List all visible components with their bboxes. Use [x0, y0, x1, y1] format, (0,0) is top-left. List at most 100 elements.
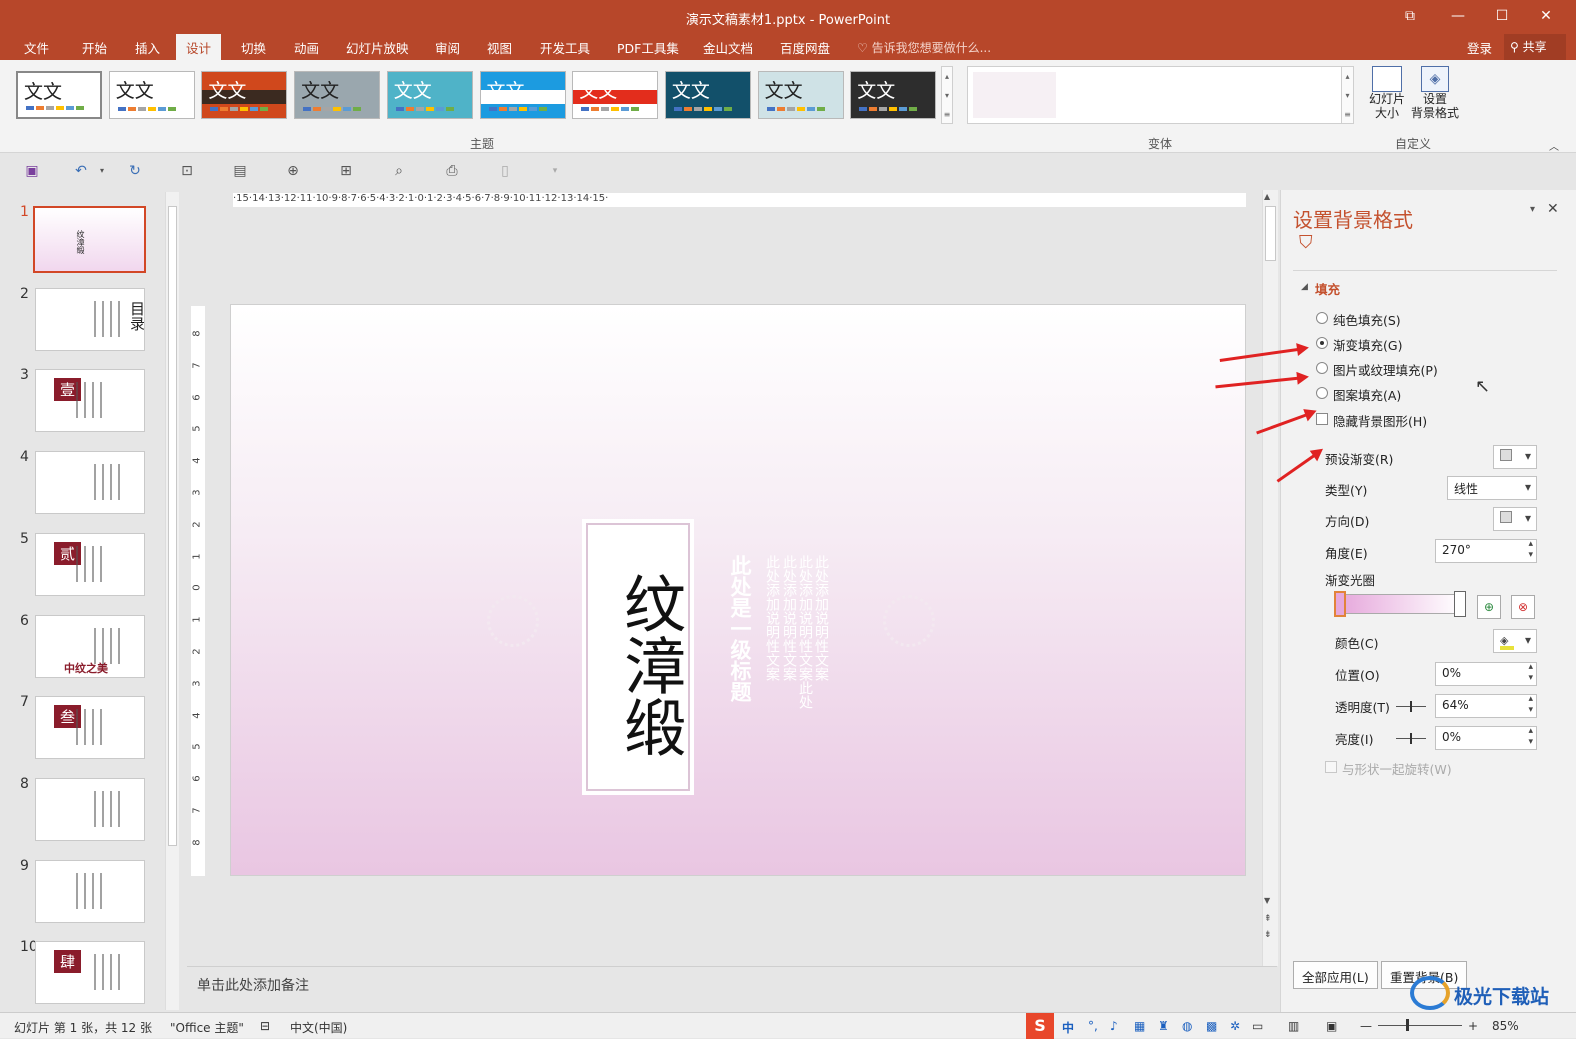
tab-baidu-pan[interactable]: 百度网盘	[780, 38, 830, 57]
thumbnail-scrollbar[interactable]	[165, 192, 179, 1010]
close-button[interactable]: ✕	[1534, 6, 1558, 26]
theme-2[interactable]: 文文	[108, 71, 195, 119]
tab-kingsoft-docs[interactable]: 金山文档	[703, 38, 753, 57]
skin-icon[interactable]: ♜	[1158, 1019, 1169, 1033]
zoom-slider[interactable]	[1378, 1025, 1462, 1026]
print-preview-icon[interactable]: ⌕	[390, 162, 408, 180]
transparency-slider-thumb[interactable]	[1410, 701, 1412, 712]
tab-insert[interactable]: 插入	[135, 38, 160, 57]
ime-mode-indicator[interactable]: 中	[1062, 1019, 1074, 1036]
previous-slide-icon[interactable]: ⇞	[1264, 914, 1272, 924]
slide-thumbnail-10[interactable]: 肆	[35, 941, 145, 1005]
ime-logo-icon[interactable]: S	[1026, 1013, 1054, 1039]
language-indicator[interactable]: 中文(中国)	[290, 1019, 347, 1036]
body-text-1[interactable]: 此处添加说明性文案	[764, 555, 780, 681]
zoom-level[interactable]: 85%	[1492, 1019, 1519, 1033]
solid-fill-radio[interactable]	[1316, 312, 1328, 324]
apply-to-all-button[interactable]: 全部应用(L)	[1293, 961, 1378, 989]
theme-7[interactable]: 文文	[572, 71, 659, 119]
next-slide-icon[interactable]: ⇟	[1264, 930, 1272, 940]
body-text-4[interactable]: 此处添加说明性文案	[813, 555, 829, 681]
remove-stop-icon[interactable]: ⊗	[1511, 595, 1535, 619]
tab-home[interactable]: 开始	[82, 38, 107, 57]
direction-dropdown[interactable]	[1493, 507, 1537, 531]
layout-icon[interactable]: ▤	[231, 162, 249, 180]
slide-thumbnail-2[interactable]: 目录	[35, 287, 145, 351]
tab-slideshow[interactable]: 幻灯片放映	[346, 38, 409, 57]
pane-close-icon[interactable]: ✕	[1547, 201, 1559, 217]
theme-10[interactable]: 文文	[850, 71, 937, 119]
pane-options-icon[interactable]: ▾	[1530, 204, 1535, 215]
fill-section-label[interactable]: 填充	[1315, 279, 1340, 298]
theme-6[interactable]: 文文	[479, 71, 566, 119]
normal-view-icon[interactable]: ▭	[1252, 1019, 1263, 1033]
tab-view[interactable]: 视图	[487, 38, 512, 57]
angle-input[interactable]: 270°	[1435, 539, 1537, 563]
gamepad-icon[interactable]: ◍	[1182, 1019, 1192, 1033]
brightness-slider[interactable]	[1396, 733, 1426, 744]
variant-gallery[interactable]	[967, 66, 1354, 124]
microphone-icon[interactable]: ♪	[1110, 1019, 1118, 1033]
picture-fill-radio[interactable]	[1316, 362, 1328, 374]
slide-title[interactable]: 纹漳缎	[588, 545, 688, 785]
toolbox-icon[interactable]: ▩	[1206, 1019, 1217, 1033]
gradient-fill-radio[interactable]	[1316, 337, 1328, 349]
tell-me-search[interactable]: ♡ 告诉我您想要做什么...	[857, 39, 991, 56]
pattern-fill-radio[interactable]	[1316, 387, 1328, 399]
preset-gradient-dropdown[interactable]	[1493, 445, 1537, 469]
brightness-input[interactable]: 0%	[1435, 726, 1537, 750]
hide-background-label[interactable]: 隐藏背景图形(H)	[1333, 411, 1427, 430]
tab-review[interactable]: 审阅	[435, 38, 460, 57]
slide-thumbnail-6[interactable]: 中纹之美	[35, 614, 145, 678]
body-text-3[interactable]: 此处添加说明性文案此处	[797, 555, 813, 709]
theme-3[interactable]: 文文	[201, 71, 288, 119]
ime-punctuation-icon[interactable]: °,	[1088, 1019, 1098, 1033]
collapse-ribbon-icon[interactable]: ︿	[1549, 138, 1559, 153]
gradient-stop-2[interactable]	[1454, 591, 1466, 617]
variant-thumbnail[interactable]	[973, 72, 1056, 118]
tab-design[interactable]: 设计	[176, 34, 222, 60]
slide-scrollbar[interactable]: ▲ ▼ ⇞ ⇟	[1262, 190, 1278, 966]
slide-thumbnail-1[interactable]: 纹漳缎	[33, 206, 146, 273]
picture-fill-label[interactable]: 图片或纹理填充(P)	[1333, 360, 1438, 379]
type-dropdown[interactable]: 线性	[1447, 476, 1537, 500]
gradient-fill-label[interactable]: 渐变填充(G)	[1333, 335, 1402, 354]
quick-print-icon[interactable]: ⎙	[443, 162, 461, 180]
new-slide-icon[interactable]: ⊡	[178, 162, 196, 180]
undo-icon[interactable]: ↶	[72, 162, 90, 180]
theme-8[interactable]: 文文	[664, 71, 751, 119]
slideshow-from-start-icon[interactable]: ⊕	[284, 162, 302, 180]
scroll-down-icon[interactable]: ▼	[1264, 896, 1270, 905]
slideshow-view-icon[interactable]: ▣	[1326, 1019, 1337, 1033]
gradient-stops-bar[interactable]	[1334, 591, 1466, 617]
reading-view-icon[interactable]: ▥	[1288, 1019, 1299, 1033]
thumbnail-scroll-thumb[interactable]	[168, 206, 177, 846]
scroll-up-icon[interactable]: ▲	[1264, 192, 1270, 201]
body-text-2[interactable]: 此处添加说明性文案	[781, 555, 797, 681]
login-link[interactable]: 登录	[1467, 38, 1492, 57]
export-pdf-icon[interactable]: ▯	[496, 162, 514, 180]
maximize-button[interactable]: ☐	[1490, 6, 1514, 26]
tab-developer[interactable]: 开发工具	[540, 38, 590, 57]
add-stop-icon[interactable]: ⊕	[1477, 595, 1501, 619]
slide-scroll-thumb[interactable]	[1265, 206, 1276, 261]
slide-thumbnail-4[interactable]	[35, 451, 145, 515]
slide-thumbnail-5[interactable]: 贰	[35, 532, 145, 596]
solid-fill-label[interactable]: 纯色填充(S)	[1333, 310, 1401, 329]
share-button[interactable]: ⚲ 共享	[1504, 34, 1566, 60]
theme-4[interactable]: 文文	[294, 71, 381, 119]
color-dropdown[interactable]: ◈	[1493, 629, 1537, 653]
fill-bucket-icon[interactable]: ⛉	[1299, 232, 1313, 253]
theme-1[interactable]: 文文	[16, 71, 102, 119]
slide-thumbnail-8[interactable]	[35, 777, 145, 841]
gradient-stop-1[interactable]	[1334, 591, 1346, 617]
theme-gallery-scroll[interactable]: ▴ ▾ ≡	[941, 66, 953, 124]
pattern-fill-label[interactable]: 图案填充(A)	[1333, 385, 1401, 404]
tab-pdf-tools[interactable]: PDF工具集	[617, 38, 679, 57]
theme-9[interactable]: 文文	[757, 71, 844, 119]
slide-thumbnail-7[interactable]: 叁	[35, 696, 145, 760]
theme-5[interactable]: 文文	[386, 71, 473, 119]
zoom-out-icon[interactable]: —	[1360, 1019, 1372, 1033]
redo-icon[interactable]: ↻	[126, 162, 144, 180]
position-input[interactable]: 0%	[1435, 662, 1537, 686]
